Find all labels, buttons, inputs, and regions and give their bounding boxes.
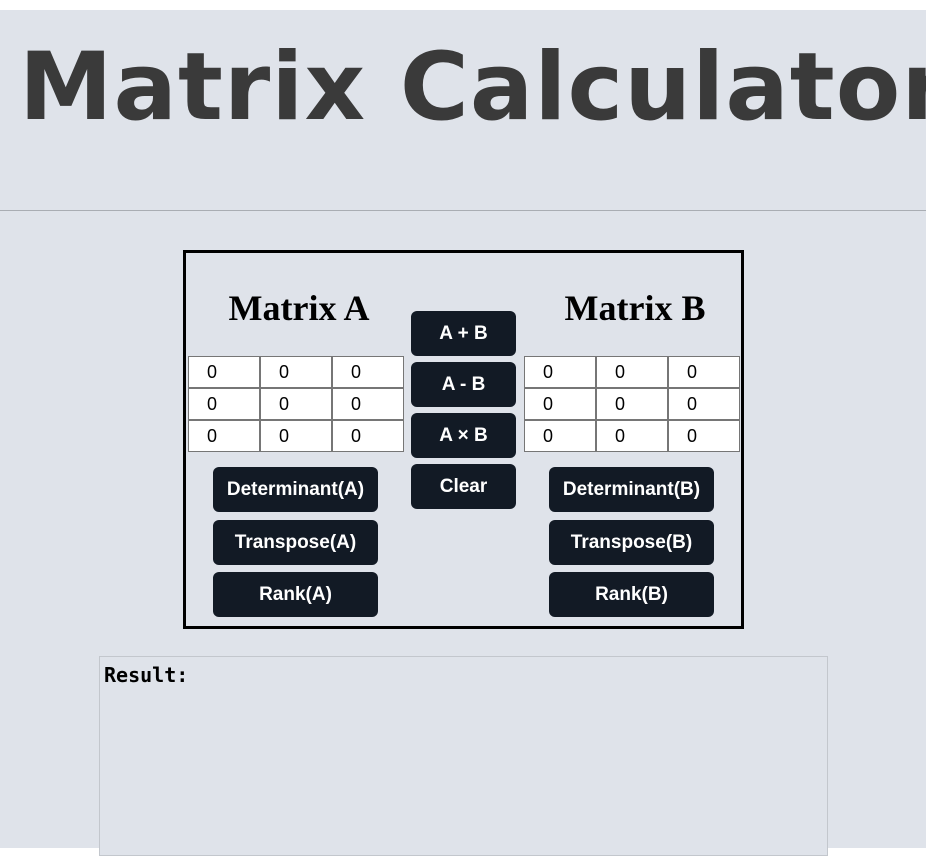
matrix-b-cell-2-0[interactable] — [524, 420, 596, 452]
matrix-a-cell-0-0[interactable] — [188, 356, 260, 388]
matrix-a-cell-1-2[interactable] — [332, 388, 404, 420]
page: Matrix Calculator Matrix A Matrix B 0 0 … — [0, 10, 926, 856]
rank-a-button[interactable]: Rank(A) — [213, 572, 378, 617]
matrix-a-title: Matrix A — [228, 288, 370, 328]
matrix-a-grid — [188, 356, 404, 452]
matrix-a-cell-1-1[interactable] — [260, 388, 332, 420]
matrix-b-cell-2-2[interactable] — [668, 420, 740, 452]
result-box: Result: — [99, 656, 828, 856]
matrix-a-cell-0-1[interactable] — [260, 356, 332, 388]
determinant-a-button[interactable]: Determinant(A) — [213, 467, 378, 512]
clear-button[interactable]: Clear — [411, 464, 516, 509]
matrix-a-cell-1-0[interactable] — [188, 388, 260, 420]
matrix-a-cell-0-2[interactable] — [332, 356, 404, 388]
matrix-a-cell-2-0[interactable] — [188, 420, 260, 452]
matrix-a-cell-2-1[interactable] — [260, 420, 332, 452]
matrix-b-cell-1-1[interactable] — [596, 388, 668, 420]
header: Matrix Calculator — [0, 10, 926, 211]
matrix-b-cell-1-0[interactable] — [524, 388, 596, 420]
matrix-b-cell-1-2[interactable] — [668, 388, 740, 420]
transpose-b-button[interactable]: Transpose(B) — [549, 520, 714, 565]
transpose-a-button[interactable]: Transpose(A) — [213, 520, 378, 565]
matrix-b-cell-2-1[interactable] — [596, 420, 668, 452]
matrix-b-title: Matrix B — [564, 288, 706, 328]
rank-b-button[interactable]: Rank(B) — [549, 572, 714, 617]
matrix-b-cell-0-0[interactable] — [524, 356, 596, 388]
result-label: Result: — [104, 663, 189, 687]
subtract-button[interactable]: A - B — [411, 362, 516, 407]
matrix-a-cell-2-2[interactable] — [332, 420, 404, 452]
add-button[interactable]: A + B — [411, 311, 516, 356]
page-title: Matrix Calculator — [19, 33, 926, 142]
matrix-b-grid — [524, 356, 740, 452]
calculator-panel: Matrix A Matrix B A + B A - B A × B — [183, 250, 744, 629]
determinant-b-button[interactable]: Determinant(B) — [549, 467, 714, 512]
matrix-b-cell-0-2[interactable] — [668, 356, 740, 388]
multiply-button[interactable]: A × B — [411, 413, 516, 458]
matrix-b-cell-0-1[interactable] — [596, 356, 668, 388]
